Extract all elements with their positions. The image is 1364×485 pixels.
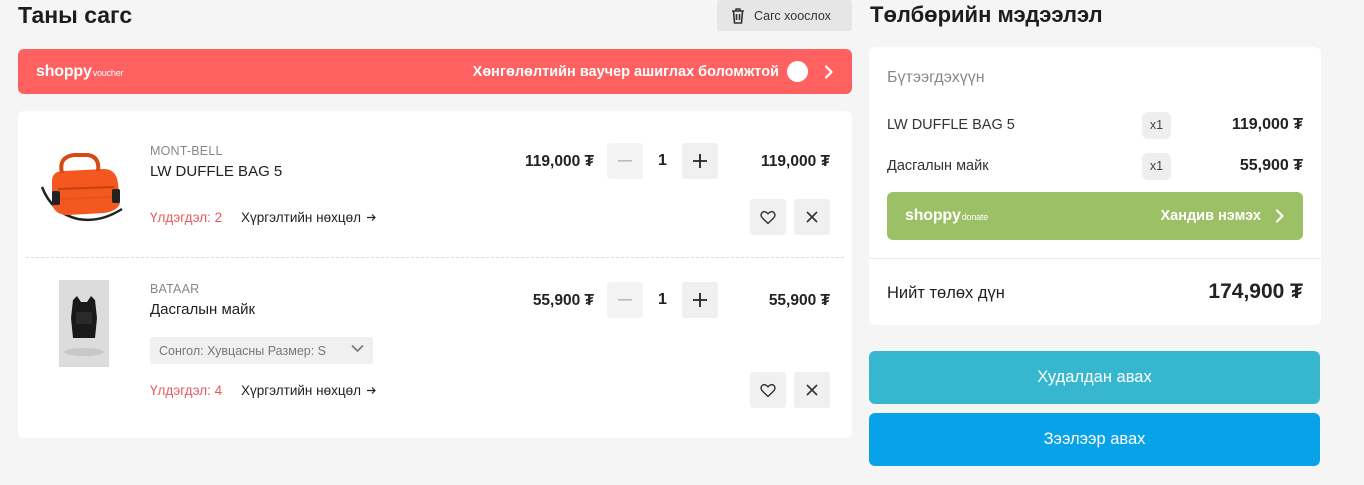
donate-text: Хандив нэмэх xyxy=(1160,208,1261,224)
favorite-button[interactable] xyxy=(750,199,786,235)
plus-icon xyxy=(693,154,707,168)
shoppy-voucher-logo: shoppy voucher xyxy=(36,62,124,80)
quantity-value: 1 xyxy=(658,291,667,308)
summary-row: LW DUFFLE BAG 5 x1 119,000 ₮ xyxy=(887,111,1303,139)
stock-label: Үлдэгдэл: 4 xyxy=(150,383,223,398)
product-name[interactable]: Дасгалын майк xyxy=(150,301,255,318)
remove-button[interactable] xyxy=(794,199,830,235)
total-value: 174,900 ₮ xyxy=(1208,280,1303,303)
product-brand: MONT-BELL xyxy=(150,144,223,158)
chevron-down-icon xyxy=(351,344,364,353)
clear-cart-button[interactable]: Сагс хоослох xyxy=(717,0,852,31)
summary-divider xyxy=(869,258,1321,259)
summary-item-amount: 119,000 ₮ xyxy=(1231,116,1303,133)
increase-button[interactable] xyxy=(682,282,718,318)
remove-button[interactable] xyxy=(794,372,830,408)
chevron-right-icon[interactable] xyxy=(824,64,834,79)
summary-item-name: LW DUFFLE BAG 5 xyxy=(887,117,1015,133)
shoppy-donate-logo: shoppy donate xyxy=(905,207,989,224)
decrease-button[interactable] xyxy=(607,282,643,318)
decrease-button[interactable] xyxy=(607,143,643,179)
quantity-stepper: 1 xyxy=(607,282,718,318)
summary-item-qty: x1 xyxy=(1142,111,1171,139)
summary-item-name: Дасгалын майк xyxy=(887,158,989,174)
summary-item-amount: 55,900 ₮ xyxy=(1239,157,1303,174)
favorite-button[interactable] xyxy=(750,372,786,408)
minus-icon xyxy=(618,299,632,301)
quantity-value: 1 xyxy=(658,152,667,169)
unit-price: 55,900 ₮ xyxy=(532,292,594,309)
variant-select[interactable]: Сонгол: Хувцасны Размер: S xyxy=(150,337,373,364)
summary-title: Төлбөрийн мэдээлэл xyxy=(870,2,1103,27)
arrow-right-icon xyxy=(366,387,376,394)
summary-item-qty: x1 xyxy=(1142,152,1171,180)
cart-item: BATAAR Дасгалын майк Сонгол: Хувцасны Ра… xyxy=(18,258,852,408)
close-icon xyxy=(806,384,818,396)
product-image xyxy=(38,141,128,233)
minus-icon xyxy=(618,160,632,162)
summary-row: Дасгалын майк x1 55,900 ₮ xyxy=(887,152,1303,180)
buy-on-credit-button[interactable]: Зээлээр авах xyxy=(869,413,1320,466)
shipping-terms-link[interactable]: Хүргэлтийн нөхцөл xyxy=(241,383,376,398)
clear-cart-label: Сагс хоослох xyxy=(754,8,831,23)
summary-subtitle: Бүтээгдэхүүн xyxy=(887,69,985,86)
voucher-bar[interactable]: shoppy voucher Хөнгөлөлтийн ваучер ашигла… xyxy=(18,49,852,94)
arrow-right-icon xyxy=(366,214,376,221)
cart-item: MONT-BELL LW DUFFLE BAG 5 119,000 ₮ 1 11… xyxy=(18,111,852,251)
heart-icon xyxy=(760,210,776,224)
donate-bar[interactable]: shoppy donate Хандив нэмэх xyxy=(887,192,1303,240)
product-image xyxy=(59,280,109,367)
buy-now-button[interactable]: Худалдан авах xyxy=(869,351,1320,404)
product-name[interactable]: LW DUFFLE BAG 5 xyxy=(150,163,282,180)
line-total: 55,900 ₮ xyxy=(768,292,830,309)
quantity-stepper: 1 xyxy=(607,143,718,179)
unit-price: 119,000 ₮ xyxy=(525,153,594,170)
summary-card: Бүтээгдэхүүн LW DUFFLE BAG 5 x1 119,000 … xyxy=(869,47,1321,325)
trash-icon xyxy=(731,7,745,24)
line-total: 119,000 ₮ xyxy=(761,153,830,170)
cart-card: MONT-BELL LW DUFFLE BAG 5 119,000 ₮ 1 11… xyxy=(18,111,852,438)
page-title: Таны сагс xyxy=(18,2,133,28)
chevron-right-icon xyxy=(1275,209,1285,223)
total-label: Нийт төлөх дүн xyxy=(887,284,1005,302)
voucher-text: Хөнгөлөлтийн ваучер ашиглах боломжтой xyxy=(472,63,779,80)
increase-button[interactable] xyxy=(682,143,718,179)
voucher-toggle[interactable] xyxy=(787,61,808,82)
close-icon xyxy=(806,211,818,223)
plus-icon xyxy=(693,293,707,307)
product-brand: BATAAR xyxy=(150,282,200,296)
shipping-terms-link[interactable]: Хүргэлтийн нөхцөл xyxy=(241,210,376,225)
stock-label: Үлдэгдэл: 2 xyxy=(150,210,223,225)
heart-icon xyxy=(760,383,776,397)
